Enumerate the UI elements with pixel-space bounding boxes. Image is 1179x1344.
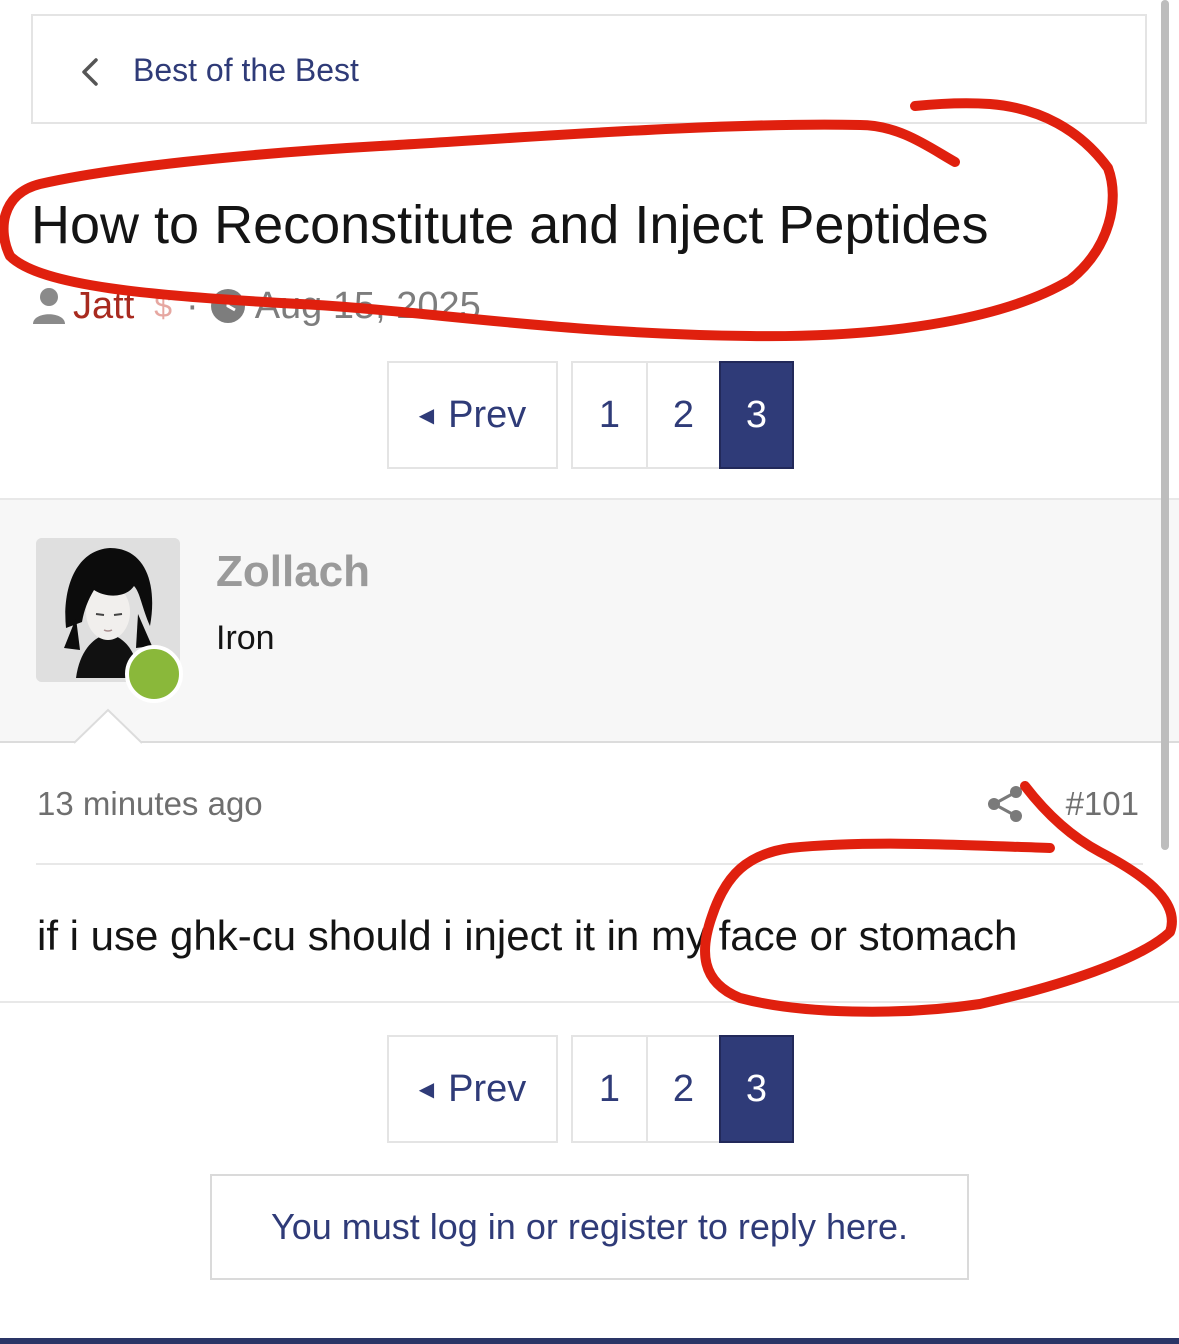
- page-2-button[interactable]: 2: [646, 363, 719, 467]
- thread-author[interactable]: Jatt: [73, 285, 134, 328]
- dollar-icon: $: [154, 287, 173, 324]
- pagination-top: ◀ Prev 1 2 3: [387, 361, 794, 469]
- reply-notice[interactable]: You must log in or register to reply her…: [271, 1206, 908, 1248]
- online-status-indicator: [125, 645, 183, 703]
- breadcrumb-link[interactable]: Best of the Best: [133, 50, 359, 90]
- user-panel-border: [0, 741, 1179, 743]
- prev-page-button[interactable]: ◀ Prev: [387, 1035, 558, 1143]
- divider: [0, 1001, 1179, 1003]
- page-3-button[interactable]: 3: [719, 361, 794, 469]
- page-1-button[interactable]: 1: [573, 1037, 646, 1141]
- login-register-link[interactable]: You must log in or register to reply her…: [210, 1174, 969, 1280]
- page-list: 1 2 3: [571, 361, 794, 469]
- share-icon[interactable]: [986, 784, 1026, 824]
- page-list: 1 2 3: [571, 1035, 794, 1143]
- post-timestamp[interactable]: 13 minutes ago: [37, 784, 263, 824]
- user-title: Iron: [216, 619, 275, 657]
- footer-bar: [0, 1338, 1179, 1344]
- prev-label: Prev: [448, 393, 527, 436]
- caret-left-icon: ◀: [418, 404, 435, 427]
- post-separator: [36, 863, 1143, 865]
- page-3-button[interactable]: 3: [719, 1035, 794, 1143]
- thread-meta: Jatt $ · Aug 15, 2025: [31, 282, 481, 330]
- caret-left-icon: ◀: [418, 1078, 435, 1101]
- prev-label: Prev: [448, 1067, 527, 1110]
- page-1-button[interactable]: 1: [573, 363, 646, 467]
- post-number[interactable]: #101: [1066, 784, 1139, 824]
- page-2-button[interactable]: 2: [646, 1037, 719, 1141]
- prev-page-button[interactable]: ◀ Prev: [387, 361, 558, 469]
- thread-title: How to Reconstitute and Inject Peptides: [31, 195, 989, 255]
- pagination-bottom: ◀ Prev 1 2 3: [387, 1035, 794, 1143]
- user-icon: [33, 288, 65, 324]
- chevron-left-icon: [82, 58, 98, 86]
- thread-date: Aug 15, 2025: [254, 284, 481, 327]
- panel-notch: [74, 708, 142, 744]
- scrollbar[interactable]: [1161, 0, 1169, 850]
- breadcrumb[interactable]: Best of the Best: [31, 14, 1147, 124]
- clock-icon: [210, 289, 245, 323]
- meta-separator: ·: [186, 284, 199, 327]
- post-body: if i use ghk-cu should i inject it in my…: [37, 912, 1018, 959]
- post-username[interactable]: Zollach: [216, 546, 370, 598]
